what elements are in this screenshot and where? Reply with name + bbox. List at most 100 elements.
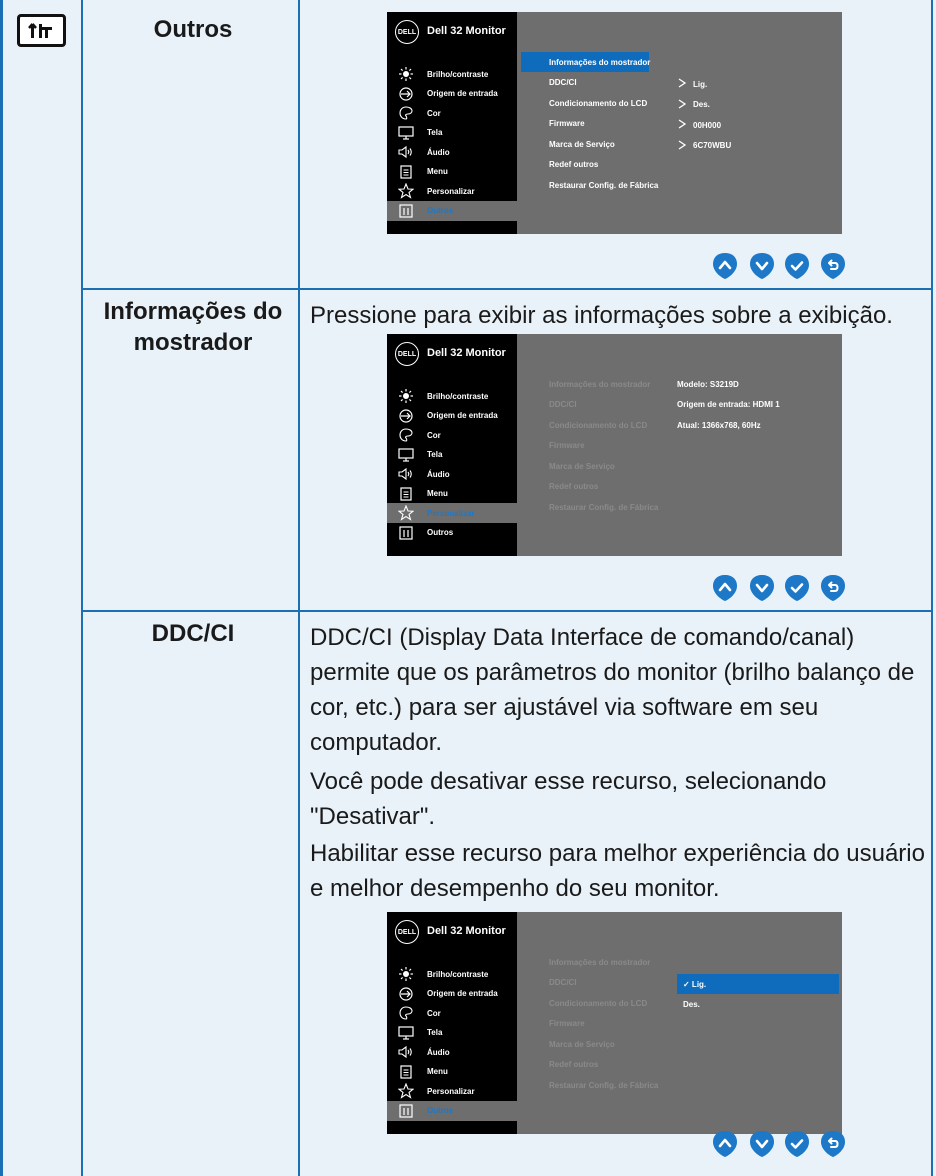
others-menu-icon bbox=[17, 14, 66, 47]
osd-submenu-item[interactable]: Informações do mostrador bbox=[521, 952, 650, 972]
osd-menu-label: Outros bbox=[427, 206, 454, 215]
osd-menu-label: Áudio bbox=[427, 1047, 450, 1057]
others-icon bbox=[397, 203, 415, 219]
osd-option[interactable]: ✓ Lig. bbox=[677, 974, 839, 994]
grid-line-row1 bbox=[81, 288, 933, 290]
osd-menu-item[interactable]: Origem de entrada bbox=[387, 984, 517, 1004]
down-button[interactable] bbox=[749, 1130, 775, 1158]
up-button[interactable] bbox=[712, 252, 738, 280]
dell-logo: DELL bbox=[395, 920, 419, 944]
osd-submenu-item[interactable]: Redef outros bbox=[521, 155, 649, 175]
osd-submenu-item[interactable]: Restaurar Config. de Fábrica bbox=[521, 175, 658, 195]
osd-menu-item[interactable]: Personalizar bbox=[387, 1081, 517, 1101]
osd-submenu-item[interactable]: Redef outros bbox=[521, 1055, 649, 1075]
osd-menu-item[interactable]: Outros bbox=[387, 200, 517, 221]
osd-menu-label: Brilho/contraste bbox=[427, 69, 489, 79]
osd-header-fill bbox=[517, 12, 842, 54]
back-icon bbox=[821, 253, 845, 279]
osd-menu-label: Origem de entrada bbox=[427, 989, 498, 998]
down-button[interactable] bbox=[749, 252, 775, 280]
osd-submenu-item[interactable]: Restaurar Config. de Fábrica bbox=[521, 1075, 658, 1095]
back-button[interactable] bbox=[820, 1130, 846, 1158]
osd-menu-label: Menu bbox=[427, 167, 448, 176]
desc-ddcci-1: DDC/CI (Display Data Interface de comand… bbox=[310, 624, 915, 756]
desc-ddcci-3: Habilitar esse recurso para melhor exper… bbox=[310, 840, 925, 902]
osd-menu-item[interactable]: Áudio bbox=[387, 464, 517, 484]
back-button[interactable] bbox=[820, 252, 846, 280]
osd-menu-label: Outros bbox=[427, 528, 454, 537]
up-icon bbox=[713, 575, 737, 601]
osd-submenu-item[interactable]: Redef outros bbox=[521, 477, 649, 497]
grid-line-row2 bbox=[81, 610, 933, 612]
osd-menu-item[interactable]: Brilho/contraste bbox=[387, 386, 517, 406]
osd-menu-item[interactable]: Áudio bbox=[387, 1042, 517, 1062]
osd-menu-label: Tela bbox=[427, 1028, 443, 1037]
osd-menu-item[interactable]: Tela bbox=[387, 445, 517, 465]
label-outros: Outros bbox=[153, 16, 233, 43]
check-button[interactable] bbox=[784, 574, 810, 602]
osd-menu-label: Cor bbox=[427, 1008, 441, 1018]
osd-menu-item[interactable]: Origem de entrada bbox=[387, 84, 517, 104]
osd-menu-item[interactable]: Áudio bbox=[387, 142, 517, 162]
up-button[interactable] bbox=[712, 1130, 738, 1158]
osd-menu-item[interactable]: Brilho/contraste bbox=[387, 64, 517, 84]
osd-menu-item[interactable]: Menu bbox=[387, 162, 517, 182]
back-button[interactable] bbox=[820, 574, 846, 602]
osd-submenu-item[interactable]: DDC/CI bbox=[521, 73, 649, 93]
osd-menu-label: Menu bbox=[427, 1067, 448, 1076]
osd-menu-item[interactable]: Menu bbox=[387, 1062, 517, 1082]
osd-value-text: Lig. bbox=[693, 79, 708, 89]
osd-option[interactable]: Des. bbox=[677, 995, 839, 1015]
osd-submenu-item[interactable]: Firmware bbox=[521, 1014, 649, 1034]
others-icon bbox=[397, 525, 415, 541]
osd-menu-item[interactable]: Cor bbox=[387, 425, 517, 445]
osd-menu-item[interactable]: Personalizar bbox=[387, 503, 517, 523]
osd-menu-item[interactable]: Cor bbox=[387, 103, 517, 123]
osd-submenu-item[interactable]: Informações do mostrador bbox=[521, 52, 650, 72]
osd-submenu-item[interactable]: DDC/CI bbox=[521, 973, 649, 993]
osd-menu-item[interactable]: Origem de entrada bbox=[387, 406, 517, 426]
down-button[interactable] bbox=[749, 574, 775, 602]
osd-submenu-item[interactable]: Firmware bbox=[521, 436, 649, 456]
osd-menu-item[interactable]: Cor bbox=[387, 1003, 517, 1023]
grid-line-right bbox=[931, 0, 933, 1176]
desc-informacoes: Pressione para exibir as informações sob… bbox=[310, 302, 893, 329]
osd-menu-item[interactable]: Tela bbox=[387, 123, 517, 143]
osd-submenu-item[interactable]: Firmware bbox=[521, 114, 649, 134]
osd-submenu-item[interactable]: DDC/CI bbox=[521, 395, 649, 415]
star-icon bbox=[397, 505, 415, 521]
osd-submenu-item[interactable]: Restaurar Config. de Fábrica bbox=[521, 497, 658, 517]
osd-menu-item[interactable]: Personalizar bbox=[387, 181, 517, 201]
osd-submenu-item[interactable]: Marca de Serviço bbox=[521, 456, 649, 476]
check-button[interactable] bbox=[784, 1130, 810, 1158]
osd-menu-label: Origem de entrada bbox=[427, 89, 498, 98]
osd-info-text: Atual: 1366x768, 60Hz bbox=[677, 420, 761, 430]
osd-menu-item[interactable]: Menu bbox=[387, 484, 517, 504]
osd-menu-label: Áudio bbox=[427, 469, 450, 479]
osd-menu-label: Outros bbox=[427, 1106, 454, 1115]
osd-menu-label: Menu bbox=[427, 489, 448, 498]
desc-ddcci-2: Você pode desativar esse recurso, seleci… bbox=[310, 768, 827, 830]
osd-title: Dell 32 Monitor bbox=[427, 25, 506, 37]
grid-line-col1 bbox=[81, 0, 83, 1176]
color-icon bbox=[397, 427, 415, 443]
input-source-icon bbox=[397, 86, 415, 102]
osd-menu-item[interactable]: Outros bbox=[387, 523, 517, 543]
osd-submenu-item[interactable]: Condicionamento do LCD bbox=[521, 93, 649, 113]
check-button[interactable] bbox=[784, 252, 810, 280]
osd-value: Lig. bbox=[677, 74, 707, 94]
dell-logo: DELL bbox=[395, 342, 419, 366]
osd-menu-item[interactable]: Brilho/contraste bbox=[387, 964, 517, 984]
osd-menu-label: Personalizar bbox=[427, 1086, 475, 1096]
osd-submenu-item[interactable]: Informações do mostrador bbox=[521, 374, 650, 394]
osd-submenu-item[interactable]: Marca de Serviço bbox=[521, 134, 649, 154]
osd-menu-item[interactable]: Outros bbox=[387, 1100, 517, 1121]
menu-icon bbox=[397, 164, 415, 180]
star-icon bbox=[397, 183, 415, 199]
osd-submenu-item[interactable]: Marca de Serviço bbox=[521, 1034, 649, 1054]
up-button[interactable] bbox=[712, 574, 738, 602]
osd-submenu-item[interactable]: Condicionamento do LCD bbox=[521, 415, 649, 435]
osd-submenu-item[interactable]: Condicionamento do LCD bbox=[521, 993, 649, 1013]
osd-menu-item[interactable]: Tela bbox=[387, 1023, 517, 1043]
osd-title: Dell 32 Monitor bbox=[427, 925, 506, 937]
